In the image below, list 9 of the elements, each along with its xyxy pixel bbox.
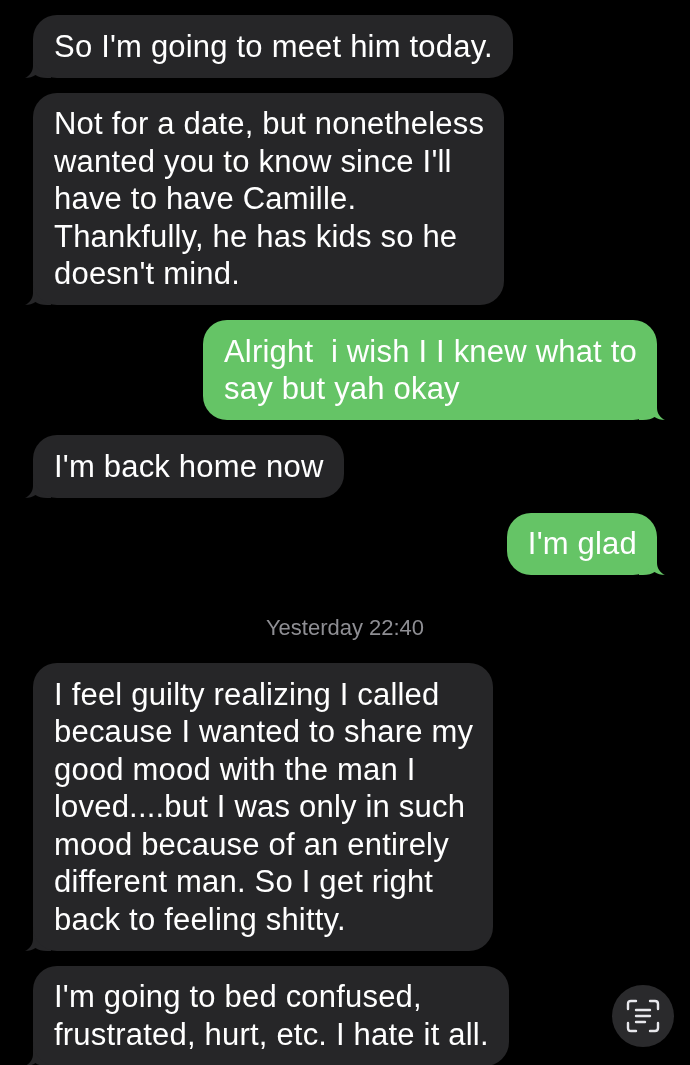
timestamp: Yesterday 22:40 — [265, 616, 425, 640]
scan-text-icon — [626, 999, 660, 1033]
message-text: Not for a date, but nonetheless wanted you to know since I'll have to have Camille. Thankfully, he has kids so he doesn't mind. — [54, 105, 485, 293]
message-text: I'm glad — [527, 525, 637, 563]
message-text: Alright i wish I I knew what to say but yah okay — [224, 332, 637, 408]
message-text: So I'm going to meet him today. — [54, 27, 493, 65]
message-text: I feel guilty realizing I called because I wanted to share my good mood with the man I loved....but I was only in such mood because of an entirely different man. So I get right back to feeling shitty. — [54, 675, 474, 938]
message-text: I'm back home now — [54, 447, 324, 485]
message-text: I'm going to bed confused, frustrated, hurt, etc. I hate it all. — [54, 978, 489, 1053]
